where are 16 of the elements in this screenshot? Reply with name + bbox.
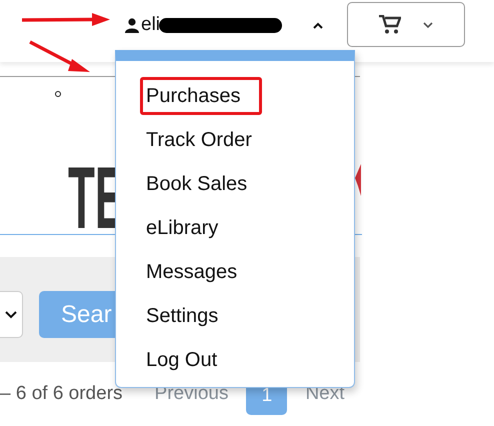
cart-button[interactable] (347, 2, 465, 47)
menu-item[interactable]: Book Sales (116, 162, 354, 206)
menu-item[interactable]: Track Order (116, 118, 354, 162)
menu-item[interactable]: eLibrary (116, 206, 354, 250)
menu-item[interactable]: Messages (116, 250, 354, 294)
caret-icon (312, 21, 324, 29)
user-menu-toggle[interactable]: eli (125, 12, 324, 38)
person-icon (125, 18, 139, 32)
ring-icon (55, 91, 61, 97)
chevron-icon (5, 310, 17, 318)
cart-icon (378, 14, 400, 34)
menu-item[interactable]: Purchases (116, 74, 354, 118)
chevron-icon (422, 20, 434, 28)
results-summary: – 6 of 6 orders (0, 382, 123, 406)
sort-select[interactable] (0, 291, 23, 338)
arrow-annotation (28, 40, 90, 74)
